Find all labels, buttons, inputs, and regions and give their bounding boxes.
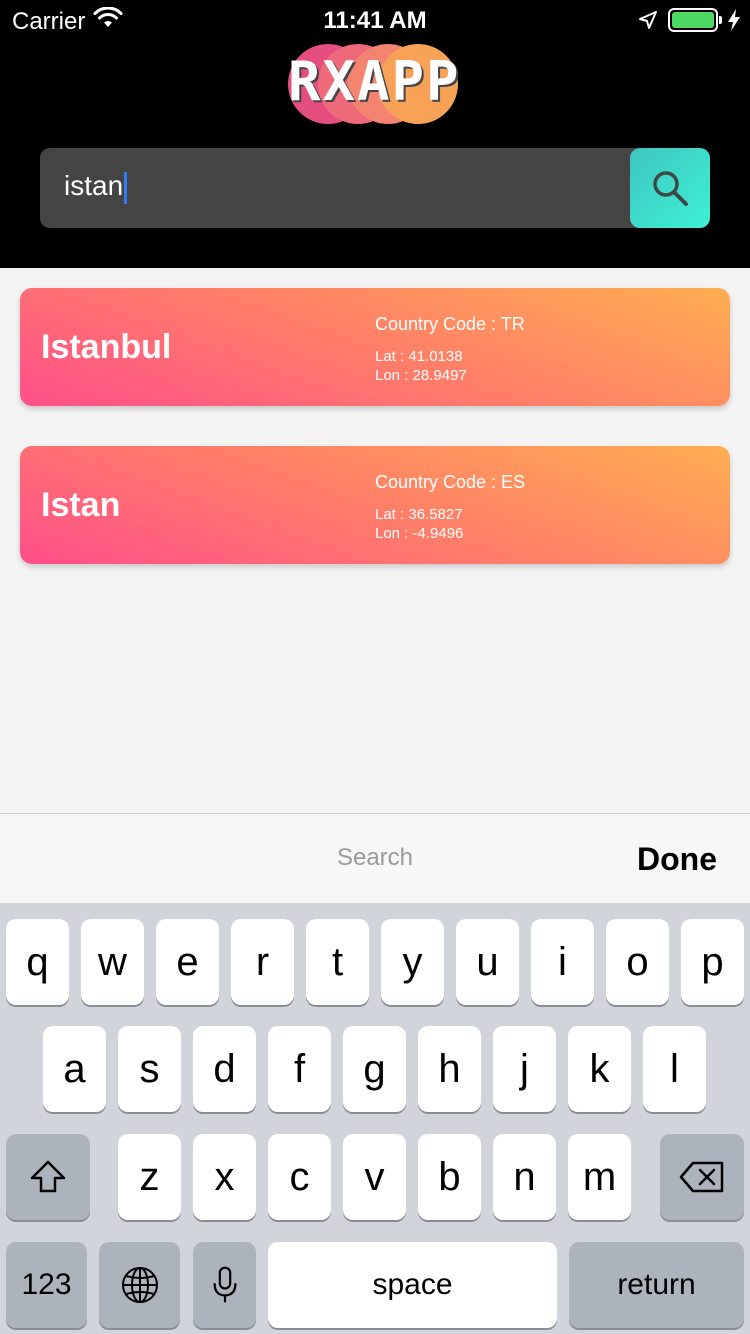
key-h[interactable]: h — [418, 1026, 481, 1112]
search-input[interactable]: istan — [64, 170, 128, 204]
key-g[interactable]: g — [343, 1026, 406, 1112]
key-f[interactable]: f — [268, 1026, 331, 1112]
key-y[interactable]: y — [381, 919, 444, 1005]
logo-text: RXAPP — [288, 50, 461, 113]
key-i[interactable]: i — [531, 919, 594, 1005]
latitude: Lat : 36.5827 — [375, 506, 463, 523]
shift-arrow-icon — [30, 1160, 66, 1193]
key-r[interactable]: r — [231, 919, 294, 1005]
search-bar[interactable]: istan — [40, 148, 710, 228]
status-indicators — [638, 8, 740, 32]
city-name: Istan — [41, 486, 121, 524]
key-l[interactable]: l — [643, 1026, 706, 1112]
delete-key[interactable] — [660, 1134, 744, 1220]
done-button[interactable]: Done — [637, 841, 717, 878]
status-bar: Carrier 11:41 AM — [0, 0, 750, 40]
country-code: Country Code : ES — [375, 472, 526, 492]
return-key[interactable]: return — [569, 1242, 744, 1328]
latitude: Lat : 41.0138 — [375, 348, 463, 365]
key-p[interactable]: p — [681, 919, 744, 1005]
key-u[interactable]: u — [456, 919, 519, 1005]
key-v[interactable]: v — [343, 1134, 406, 1220]
country-code: Country Code : TR — [375, 314, 525, 334]
key-c[interactable]: c — [268, 1134, 331, 1220]
key-b[interactable]: b — [418, 1134, 481, 1220]
space-key[interactable]: space — [268, 1242, 557, 1328]
result-card[interactable]: Istan Country Code : ES Lat : 36.5827 Lo… — [20, 446, 730, 564]
search-icon — [653, 171, 688, 206]
key-a[interactable]: a — [43, 1026, 106, 1112]
key-j[interactable]: j — [493, 1026, 556, 1112]
backspace-icon — [679, 1161, 724, 1193]
key-m[interactable]: m — [568, 1134, 631, 1220]
city-name: Istanbul — [41, 328, 172, 366]
key-o[interactable]: o — [606, 919, 669, 1005]
longitude: Lon : -4.9496 — [375, 525, 464, 542]
battery-icon — [668, 8, 722, 32]
key-x[interactable]: x — [193, 1134, 256, 1220]
key-w[interactable]: w — [81, 919, 144, 1005]
keyboard: q w e r t y u i o p a s d f g h j k l z … — [0, 903, 750, 1334]
key-e[interactable]: e — [156, 919, 219, 1005]
keyboard-accessory-bar: Search Done — [0, 813, 750, 903]
text-caret — [124, 171, 128, 204]
result-card[interactable]: Istanbul Country Code : TR Lat : 41.0138… — [20, 288, 730, 406]
key-k[interactable]: k — [568, 1026, 631, 1112]
microphone-icon — [213, 1266, 236, 1303]
microphone-key[interactable] — [193, 1242, 256, 1328]
search-button[interactable] — [630, 148, 710, 228]
key-d[interactable]: d — [193, 1026, 256, 1112]
globe-key[interactable] — [99, 1242, 180, 1328]
key-s[interactable]: s — [118, 1026, 181, 1112]
header: Carrier 11:41 AM RXAPP istan — [0, 0, 750, 268]
charging-bolt-icon — [728, 9, 740, 31]
app-logo: RXAPP — [288, 42, 461, 126]
longitude: Lon : 28.9497 — [375, 367, 467, 384]
key-z[interactable]: z — [118, 1134, 181, 1220]
shift-key[interactable] — [6, 1134, 90, 1220]
key-q[interactable]: q — [6, 919, 69, 1005]
location-arrow-icon — [638, 10, 658, 30]
numbers-key[interactable]: 123 — [6, 1242, 87, 1328]
globe-icon — [121, 1267, 158, 1303]
key-n[interactable]: n — [493, 1134, 556, 1220]
key-t[interactable]: t — [306, 919, 369, 1005]
search-query: istan — [64, 170, 124, 201]
